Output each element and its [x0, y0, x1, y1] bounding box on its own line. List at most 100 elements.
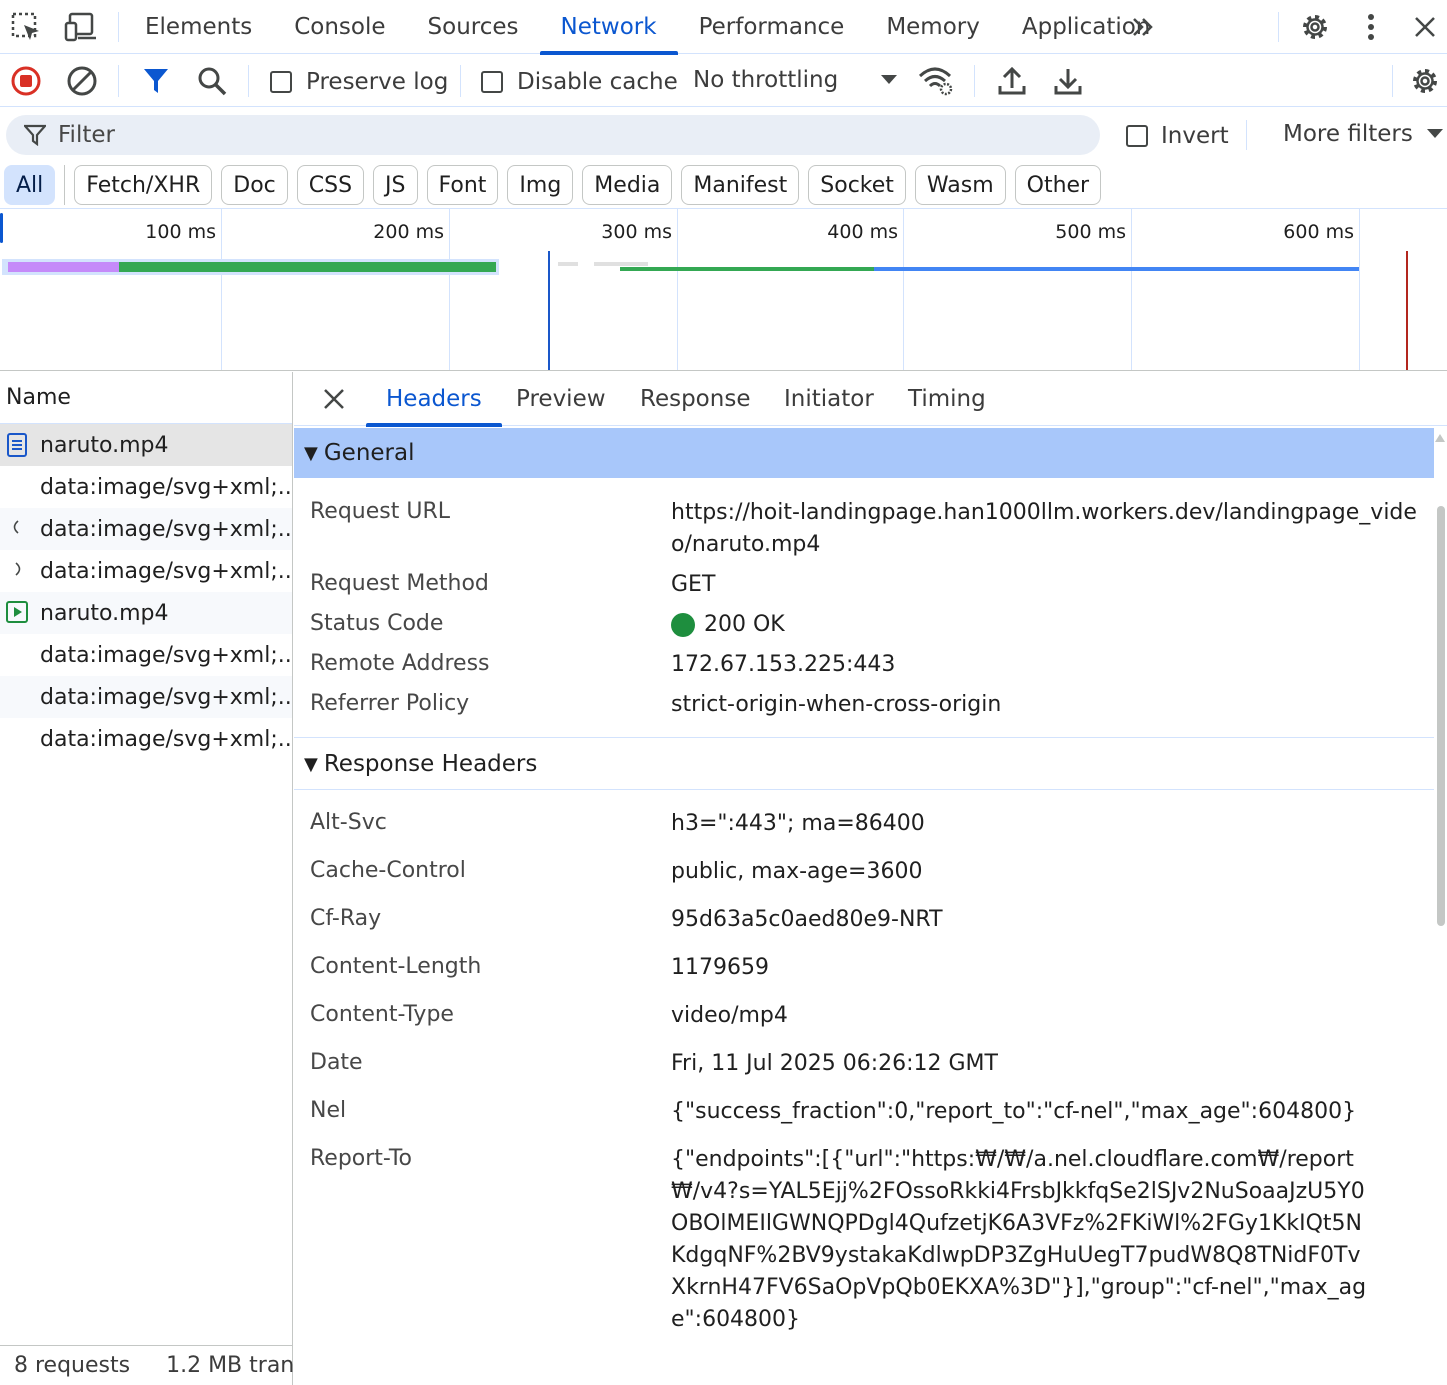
- spinner-icon: [14, 562, 24, 576]
- tab-response[interactable]: Response: [640, 372, 750, 426]
- network-overview-timeline[interactable]: 100 ms 200 ms 300 ms 400 ms 500 ms 600 m…: [0, 208, 1447, 371]
- header-key: Content-Length: [310, 954, 482, 979]
- chip-socket[interactable]: Socket: [808, 165, 906, 205]
- request-row[interactable]: naruto.mp4: [0, 424, 292, 466]
- tab-network[interactable]: Network: [539, 0, 678, 55]
- request-row[interactable]: data:image/svg+xml;...: [0, 550, 292, 592]
- network-toolbar: Preserve log Disable cache No throttling: [0, 55, 1447, 107]
- kebab-menu-icon[interactable]: [1354, 10, 1388, 44]
- throttling-select[interactable]: No throttling: [693, 67, 903, 93]
- divider: [974, 65, 975, 97]
- tab-performance[interactable]: Performance: [678, 0, 866, 54]
- header-key: Request URL: [310, 499, 451, 524]
- tab-sources[interactable]: Sources: [407, 0, 540, 54]
- request-detail-pane: Headers Preview Response Initiator Timin…: [294, 372, 1447, 1385]
- header-row: Request URL https://hoit-landingpage.han…: [294, 497, 1434, 567]
- checkbox-box[interactable]: [481, 71, 503, 93]
- chip-fetch-xhr[interactable]: Fetch/XHR: [74, 165, 213, 205]
- header-row: Content-Length 1179659: [294, 952, 1434, 992]
- request-list: Name naruto.mp4 data:image/svg+xml;... d…: [0, 372, 293, 1385]
- import-har-upload-icon[interactable]: [994, 63, 1030, 99]
- request-row[interactable]: data:image/svg+xml;...: [0, 718, 292, 760]
- chip-manifest[interactable]: Manifest: [681, 165, 800, 205]
- resource-type-filters: All Fetch/XHR Doc CSS JS Font Img Media …: [4, 164, 1110, 206]
- checkbox-box[interactable]: [270, 71, 292, 93]
- header-row: Alt-Svc h3=":443"; ma=86400: [294, 808, 1434, 848]
- tab-preview[interactable]: Preview: [516, 372, 606, 426]
- preserve-log-checkbox[interactable]: Preserve log: [270, 69, 448, 95]
- general-section-header[interactable]: ▼ General: [294, 428, 1434, 478]
- tab-headers[interactable]: Headers: [366, 372, 502, 427]
- header-value: 95d63a5c0aed80e9-NRT: [671, 907, 943, 932]
- checkbox-box[interactable]: [1126, 125, 1148, 147]
- request-row[interactable]: data:image/svg+xml;...: [0, 634, 292, 676]
- header-key: Referrer Policy: [310, 691, 470, 716]
- chip-doc[interactable]: Doc: [221, 165, 288, 205]
- chip-wasm[interactable]: Wasm: [914, 165, 1006, 205]
- network-settings-gear-icon[interactable]: [1407, 63, 1443, 99]
- tab-elements[interactable]: Elements: [124, 0, 273, 54]
- detail-tabs: Headers Preview Response Initiator Timin…: [294, 372, 1447, 427]
- chip-js[interactable]: JS: [373, 165, 418, 205]
- media-icon: [6, 601, 28, 623]
- close-devtools-icon[interactable]: [1408, 10, 1442, 44]
- stop-recording-icon[interactable]: [8, 63, 44, 99]
- header-value: 1179659: [671, 955, 769, 980]
- name-column-header[interactable]: Name: [0, 372, 292, 424]
- header-value: Fri, 11 Jul 2025 06:26:12 GMT: [671, 1051, 998, 1076]
- request-name: data:image/svg+xml;...: [40, 684, 292, 710]
- transferred-size: 1.2 MB tran: [166, 1353, 293, 1378]
- request-name: naruto.mp4: [40, 600, 169, 626]
- tab-memory[interactable]: Memory: [865, 0, 1001, 54]
- close-detail-icon[interactable]: [322, 372, 346, 426]
- waterfall-waiting-segment: [8, 262, 119, 272]
- request-name: data:image/svg+xml;...: [40, 516, 292, 542]
- settings-gear-icon[interactable]: [1298, 10, 1332, 44]
- chip-img[interactable]: Img: [507, 165, 574, 205]
- request-name: data:image/svg+xml;...: [40, 642, 292, 668]
- header-row: Content-Type video/mp4: [294, 1000, 1434, 1040]
- chip-other[interactable]: Other: [1014, 165, 1102, 205]
- filter-input[interactable]: Filter: [6, 115, 1100, 155]
- tick-label: 200 ms: [373, 221, 444, 243]
- request-url-value[interactable]: https://hoit-landingpage.han1000llm.work…: [671, 497, 1431, 561]
- scroll-up-arrow-icon[interactable]: [1435, 434, 1445, 442]
- header-row: Cache-Control public, max-age=3600: [294, 856, 1434, 896]
- disable-cache-checkbox[interactable]: Disable cache: [481, 69, 678, 95]
- request-row[interactable]: data:image/svg+xml;...: [0, 466, 292, 508]
- request-row[interactable]: data:image/svg+xml;...: [0, 508, 292, 550]
- section-divider: [294, 789, 1434, 790]
- chip-media[interactable]: Media: [582, 165, 673, 205]
- filter-funnel-icon[interactable]: [138, 63, 174, 99]
- chevron-down-icon: [1426, 129, 1443, 139]
- scrollbar-thumb[interactable]: [1437, 506, 1445, 926]
- chip-all[interactable]: All: [4, 165, 56, 205]
- chip-css[interactable]: CSS: [296, 165, 365, 205]
- search-icon[interactable]: [194, 63, 230, 99]
- status-bar: 8 requests 1.2 MB tran: [0, 1345, 293, 1385]
- request-row[interactable]: data:image/svg+xml;...: [0, 676, 292, 718]
- request-row[interactable]: naruto.mp4: [0, 592, 292, 634]
- chip-font[interactable]: Font: [426, 165, 499, 205]
- response-headers-section-header[interactable]: ▼ Response Headers: [294, 739, 1434, 789]
- network-conditions-icon[interactable]: [918, 63, 954, 99]
- triangle-down-icon: ▼: [304, 442, 318, 464]
- header-row: Status Code 200 OK: [294, 609, 1434, 643]
- export-har-download-icon[interactable]: [1050, 63, 1086, 99]
- clear-icon[interactable]: [64, 63, 100, 99]
- tab-initiator[interactable]: Initiator: [784, 372, 874, 426]
- more-filters-dropdown[interactable]: More filters: [1283, 121, 1443, 147]
- inspect-element-icon[interactable]: [9, 10, 43, 44]
- dom-content-loaded-line: [548, 251, 550, 370]
- device-toolbar-icon[interactable]: [64, 10, 98, 44]
- invert-checkbox[interactable]: Invert: [1126, 123, 1229, 149]
- header-value: {"success_fraction":0,"report_to":"cf-ne…: [671, 1099, 1357, 1124]
- status-text: 200 OK: [704, 612, 785, 637]
- section-title: Response Headers: [323, 751, 538, 777]
- more-tabs-icon[interactable]: [1126, 10, 1160, 44]
- tab-timing[interactable]: Timing: [908, 372, 986, 426]
- overview-handle-left[interactable]: [0, 213, 3, 243]
- tab-console[interactable]: Console: [273, 0, 406, 54]
- detail-scrollbar[interactable]: [1434, 426, 1447, 1385]
- triangle-down-icon: ▼: [304, 753, 318, 775]
